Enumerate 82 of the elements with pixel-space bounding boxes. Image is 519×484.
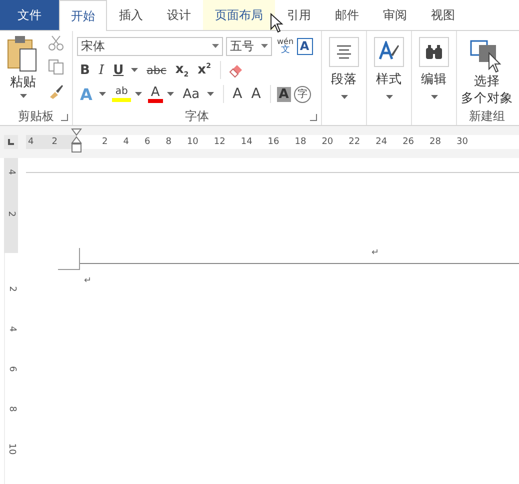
ruler-number: 24 (376, 137, 388, 147)
ruler-number: 10 (186, 137, 198, 147)
ribbon-button[interactable]: 编辑 (416, 31, 452, 99)
ruler-number: 2 (5, 211, 17, 217)
ruler-number: 2 (6, 286, 18, 292)
enclose-character-button[interactable]: 字 (294, 86, 311, 102)
ruler-number: 4 (28, 137, 34, 147)
subscript-button[interactable]: x$_{2}$ (172, 62, 192, 78)
select-objects-button[interactable]: 选择 多个对象 (461, 35, 513, 107)
ruler-number: 6 (6, 366, 18, 372)
ribbon-tab[interactable]: 插入 (107, 0, 155, 30)
margin-corner-mark (58, 248, 80, 270)
ruler-number: 4 (6, 326, 18, 332)
font-color-button[interactable]: A (148, 86, 163, 102)
caret-icon (386, 95, 392, 99)
ribbon-tab[interactable]: 文件 (0, 0, 59, 30)
ruler-number: 2 (102, 137, 108, 147)
ruler-number: 28 (430, 137, 441, 147)
ruler-number: 16 (268, 137, 280, 147)
caret-icon (430, 95, 438, 99)
ruler-number: 4 (123, 137, 129, 147)
ribbon-tab[interactable]: 视图 (419, 0, 467, 30)
caret-icon[interactable] (134, 92, 142, 96)
ruler-number: 10 (6, 443, 18, 455)
ruler-number: 18 (294, 137, 306, 147)
paragraph-mark: ↵ (371, 248, 379, 260)
ribbon-tab[interactable]: 引用 (275, 0, 323, 30)
dialog-launcher-icon[interactable] (310, 114, 317, 121)
font-name-field[interactable]: 宋体 (77, 36, 223, 56)
brush-icon[interactable] (48, 83, 64, 99)
caret-icon[interactable] (99, 92, 106, 96)
ruler-number: 2 (52, 137, 58, 147)
character-shading-button[interactable]: A (276, 86, 291, 102)
indent-marker-icon[interactable] (71, 128, 82, 154)
superscript-button[interactable]: x$^{2}$ (194, 62, 214, 78)
grow-font-button[interactable]: A (230, 86, 246, 102)
caret-icon[interactable] (206, 92, 214, 96)
tab-selector-icon[interactable] (4, 135, 18, 149)
ruler-number: 26 (402, 137, 414, 147)
caret-icon (20, 94, 26, 98)
dialog-launcher-icon[interactable] (61, 114, 68, 121)
change-case-button[interactable]: Aa (180, 86, 203, 102)
italic-button[interactable]: I (96, 62, 108, 78)
ruler-number: 8 (166, 137, 172, 147)
ribbon-tab[interactable]: 审阅 (371, 0, 419, 30)
ruler-number: 20 (322, 137, 334, 147)
scissors-icon[interactable] (48, 35, 64, 51)
group-label: 剪贴板 (18, 108, 54, 124)
caret-icon[interactable] (166, 92, 174, 96)
paragraph-icon (335, 45, 353, 59)
eraser-icon[interactable] (226, 62, 245, 78)
character-border-button[interactable]: A (296, 38, 313, 54)
group-label: 字体 (185, 108, 209, 124)
paragraph-mark: ↵ (84, 276, 92, 286)
phonetic-guide-button[interactable]: wén 文 (277, 37, 294, 55)
select-objects-icon (470, 39, 504, 73)
ruler-number: 22 (348, 137, 360, 147)
copy-icon[interactable] (48, 59, 64, 75)
binoculars-icon (424, 44, 444, 60)
caret-icon[interactable] (130, 68, 138, 72)
ruler-number: 14 (240, 137, 252, 147)
ruler-number: 4 (5, 169, 17, 175)
ruler-number: 8 (6, 406, 18, 412)
ruler-number: 12 (214, 137, 226, 147)
shrink-font-button[interactable]: A (248, 86, 264, 102)
dropdown-arrow-icon[interactable] (212, 44, 219, 48)
ribbon-button[interactable]: 样式 (371, 31, 407, 99)
dropdown-arrow-icon[interactable] (261, 44, 268, 48)
font-size-field[interactable]: 五号 (226, 36, 272, 56)
ribbon-button[interactable]: 段落 (326, 31, 362, 99)
caret-icon (340, 95, 348, 99)
ribbon-tab[interactable]: 设计 (155, 0, 203, 30)
paste-button[interactable]: 粘贴 (4, 35, 42, 107)
strikethrough-button[interactable]: abc (144, 64, 170, 76)
ruler-number: 6 (144, 137, 150, 147)
ruler-number: 30 (456, 137, 468, 147)
bold-button[interactable]: B (77, 62, 93, 78)
underline-button[interactable]: U (110, 62, 127, 78)
ribbon-tab[interactable]: 邮件 (323, 0, 371, 30)
ribbon-tab[interactable]: 开始 (59, 0, 107, 31)
highlight-button[interactable]: ab (112, 86, 131, 102)
group-label: 新建组 (469, 108, 505, 124)
